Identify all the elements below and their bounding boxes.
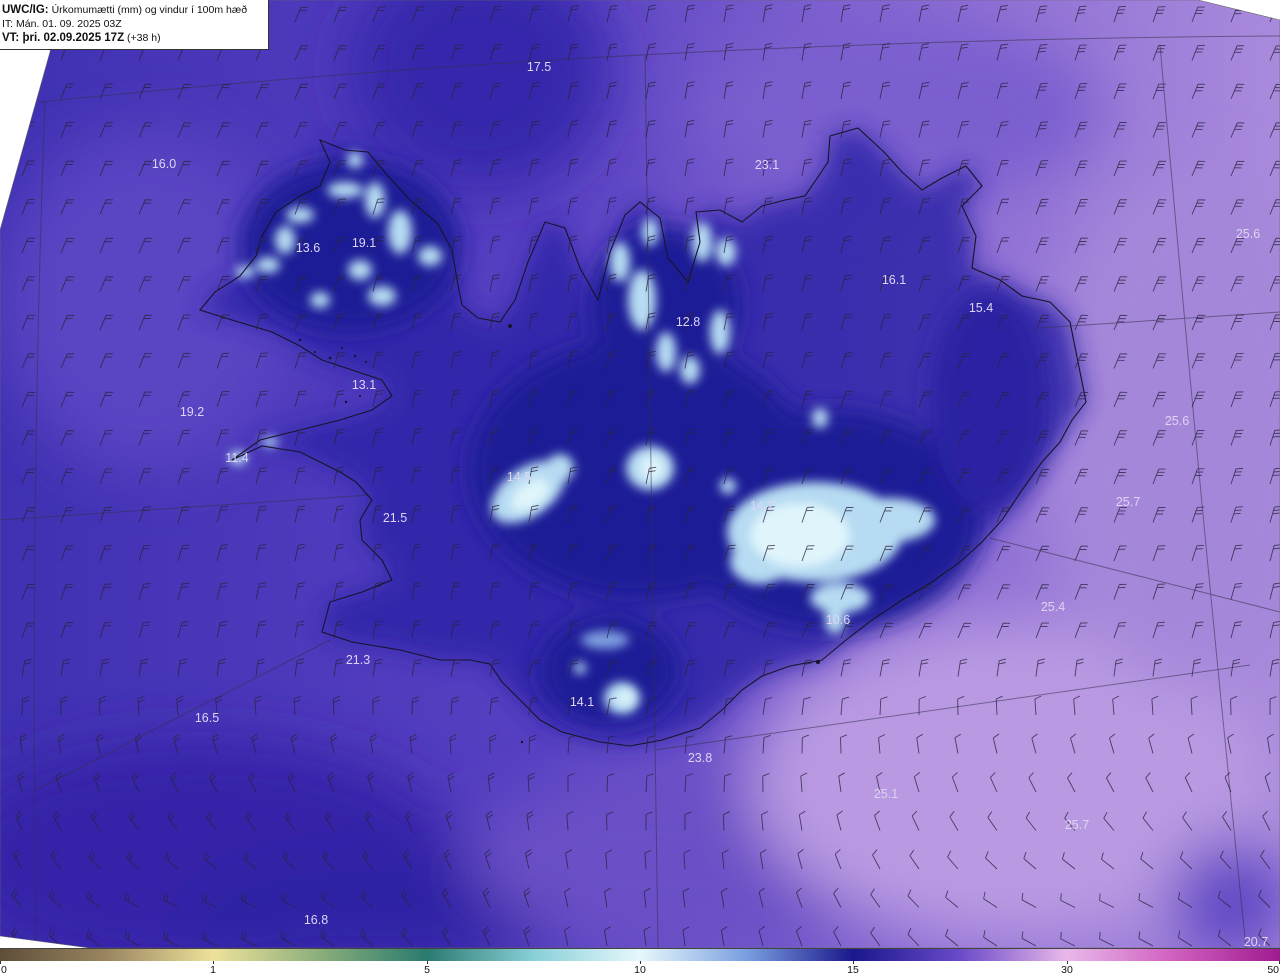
colorbar-tick-label: 0 [1, 964, 7, 976]
map-title-box: UWC/IG: Úrkomumætti (mm) og vindur í 100… [0, 0, 269, 50]
colorbar-tick-label: 10 [634, 964, 646, 976]
lead-time: (+38 h) [127, 32, 161, 44]
colorbar-tick-label: 30 [1061, 964, 1073, 976]
init-time: IT: Mán. 01. 09. 2025 03Z [2, 18, 122, 30]
colorbar [0, 948, 1280, 961]
colorbar-tick-label: 5 [424, 964, 430, 976]
valid-time: VT: þri. 02.09.2025 17Z [2, 32, 125, 44]
colorbar-labels: 0 1 5 10 15 30 50 [0, 961, 1280, 978]
product-code: UWC/IG: [2, 4, 49, 16]
colorbar-tick-label: 50 [1267, 964, 1279, 976]
wind-barb [21, 83, 35, 100]
map-title: Úrkomumætti (mm) og vindur í 100m hæð [51, 4, 248, 16]
map-canvas [0, 0, 1280, 948]
map-field [0, 0, 1280, 948]
colorbar-tick-label: 15 [847, 964, 859, 976]
title-line: UWC/IG: Úrkomumætti (mm) og vindur í 100… [2, 3, 268, 17]
valid-time-line: VT: þri. 02.09.2025 17Z (+38 h) [2, 31, 268, 45]
colorbar-tick-label: 1 [210, 964, 216, 976]
